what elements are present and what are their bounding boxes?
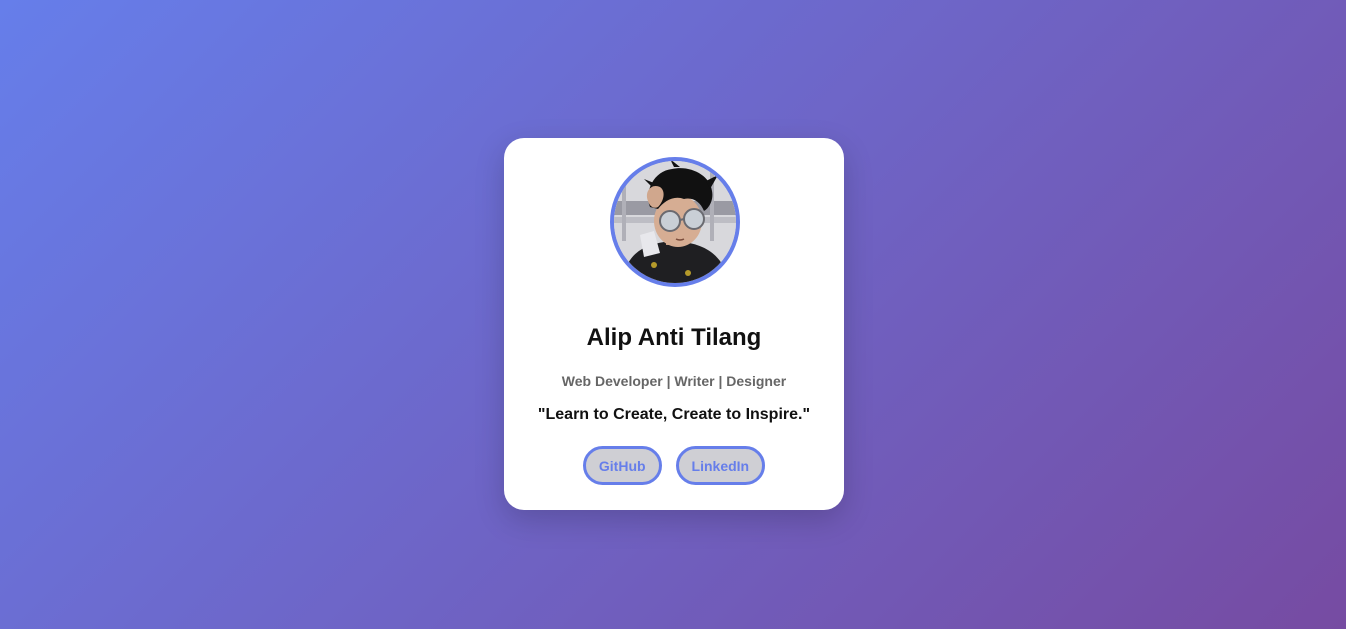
github-button[interactable]: GitHub <box>582 446 662 485</box>
profile-card: Alip Anti Tilang Web Developer | Writer … <box>504 138 844 510</box>
linkedin-button[interactable]: LinkedIn <box>675 446 766 485</box>
avatar-illustration-icon <box>614 161 736 283</box>
avatar <box>610 157 740 287</box>
profile-quote: "Learn to Create, Create to Inspire." <box>537 406 811 423</box>
social-links: GitHub LinkedIn <box>504 446 844 485</box>
profile-roles: Web Developer | Writer | Designer <box>561 373 787 389</box>
profile-name: Alip Anti Tilang <box>586 324 762 351</box>
